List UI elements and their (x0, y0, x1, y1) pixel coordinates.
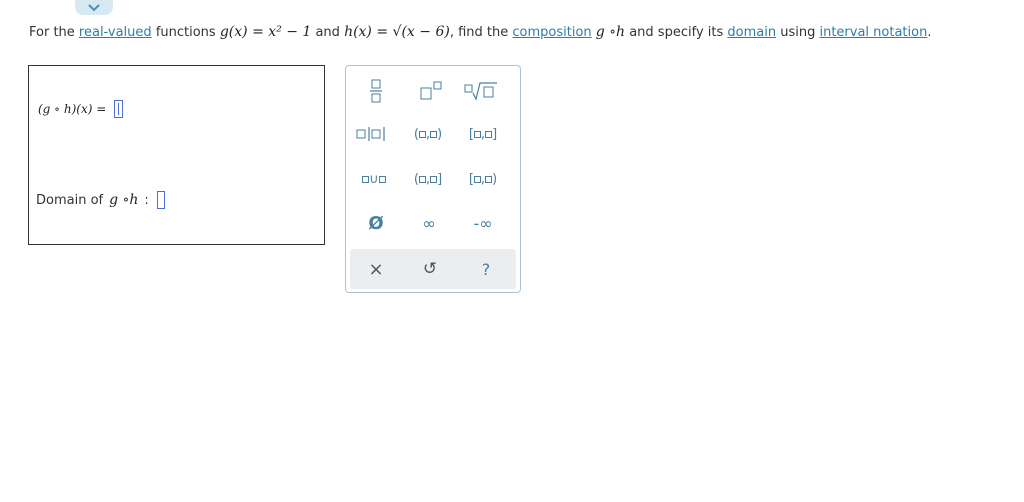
clear-button[interactable]: × (356, 254, 396, 284)
domain-answer-row: Domain of g ∘h : (36, 191, 165, 209)
negative-infinity-button[interactable]: -∞ (463, 208, 503, 238)
absolute-value-icon (356, 127, 385, 141)
using-text: using (780, 25, 816, 40)
h-definition: h(x) = √(x − 6) (344, 24, 450, 40)
question-end: . (927, 25, 932, 40)
exponent-icon (420, 81, 442, 100)
functions-text: functions (155, 25, 216, 40)
palette-action-bar: × ↺ ? (350, 249, 516, 289)
chevron-down-icon (88, 4, 100, 12)
closed-interval-button[interactable]: [,] (463, 119, 503, 149)
question-prefix: For the (29, 25, 75, 40)
find-text: , find the (449, 25, 509, 40)
union-button[interactable]: ∪ (354, 164, 394, 194)
specify-text: and specify its (629, 25, 724, 40)
answer-area (28, 65, 325, 245)
domain-symbol: g ∘h (109, 192, 139, 208)
domain-colon: : (144, 192, 149, 208)
composition-symbol: g ∘h (595, 24, 626, 40)
negative-infinity-icon: -∞ (473, 213, 493, 233)
composition-answer-input[interactable] (114, 100, 124, 118)
nth-root-icon (464, 82, 497, 101)
domain-label: Domain of (36, 192, 104, 208)
composition-label: (g ∘ h)(x) = (38, 102, 107, 116)
question-text: For the real-valued functions g(x) = x² … (29, 24, 931, 40)
g-definition: g(x) = x² − 1 (219, 24, 312, 40)
absolute-value-button[interactable] (354, 119, 394, 149)
nth-root-button[interactable] (461, 76, 501, 106)
half-open-right-closed-button[interactable]: (,] (408, 164, 448, 194)
infinity-button[interactable]: ∞ (409, 208, 449, 238)
collapse-toggle-button[interactable] (75, 0, 113, 15)
composition-link[interactable]: composition (512, 25, 591, 40)
empty-set-icon: Ø (368, 212, 384, 234)
fraction-button[interactable] (356, 76, 396, 106)
close-icon: × (368, 258, 384, 280)
open-interval-button[interactable]: (,) (408, 119, 448, 149)
help-button[interactable]: ? (466, 254, 506, 284)
fraction-icon (370, 79, 382, 103)
interval-notation-link[interactable]: interval notation (819, 25, 927, 40)
empty-set-button[interactable]: Ø (356, 208, 396, 238)
undo-icon: ↺ (422, 259, 438, 279)
composition-answer-row: (g ∘ h)(x) = (38, 100, 124, 118)
infinity-icon: ∞ (422, 213, 436, 233)
domain-link[interactable]: domain (727, 25, 776, 40)
exponent-button[interactable] (411, 76, 451, 106)
real-valued-link[interactable]: real-valued (79, 25, 152, 40)
union-symbol: ∪ (369, 171, 379, 187)
half-closed-right-open-button[interactable]: [,) (463, 164, 503, 194)
help-icon: ? (481, 259, 491, 279)
undo-button[interactable]: ↺ (410, 254, 450, 284)
domain-answer-input[interactable] (156, 191, 165, 209)
and-text: and (315, 25, 340, 40)
math-palette: (,) [,] ∪ (,] [,) Ø ∞ -∞ × ↺ ? (345, 65, 521, 293)
